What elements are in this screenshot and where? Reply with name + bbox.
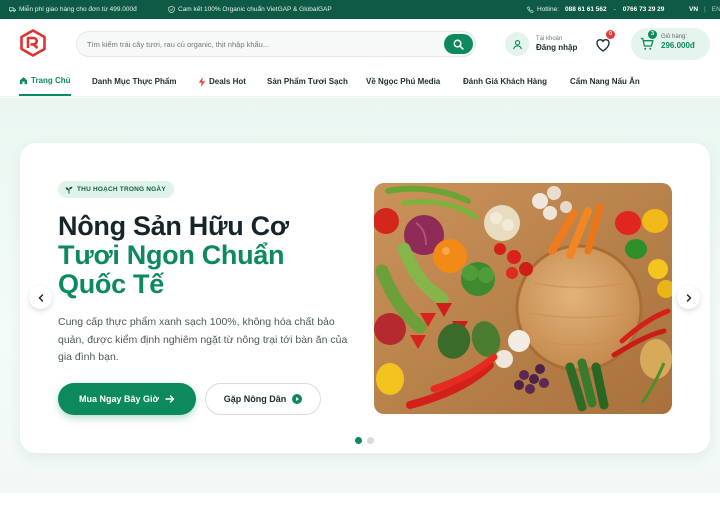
shop-now-button[interactable]: Mua Ngay Bây Giờ bbox=[58, 383, 196, 415]
lang-vn[interactable]: VN bbox=[689, 6, 698, 13]
nav-item-deals[interactable]: Deals Hot bbox=[198, 67, 246, 96]
hero-title-line-3: Quốc Tế bbox=[58, 269, 164, 299]
cart-icon bbox=[640, 37, 654, 50]
cart-total: 296.000đ bbox=[661, 41, 695, 51]
heart-icon bbox=[596, 39, 610, 52]
lang-en[interactable]: EN bbox=[712, 6, 720, 13]
slider-dot-2[interactable] bbox=[367, 437, 374, 444]
hotline: Hotline: 088 61 61 562 - 0766 73 29 29 bbox=[527, 0, 664, 19]
nav-item-reviews[interactable]: Đánh Giá Khách Hàng bbox=[463, 67, 547, 96]
slider-dot-1[interactable] bbox=[355, 437, 362, 444]
slider-prev-button[interactable] bbox=[29, 286, 52, 309]
hero-description: Cung cấp thực phẩm xanh sạch 100%, không… bbox=[58, 316, 348, 363]
cart-button[interactable]: 3 Giỏ hàng: 296.000đ bbox=[631, 28, 710, 60]
organic-notice: Cam kết 100% Organic chuẩn VietGAP & Glo… bbox=[168, 0, 332, 19]
language-switcher: VN | EN bbox=[689, 0, 720, 19]
slider-next-button[interactable] bbox=[677, 286, 700, 309]
shipping-text: Miễn phí giao hàng cho đơn từ 499.000đ bbox=[19, 6, 137, 13]
login-link[interactable]: Đăng nhập bbox=[536, 43, 577, 52]
hotline-separator: - bbox=[613, 6, 616, 13]
site-header: Tài khoản Đăng nhập 0 3 Giỏ hàng: 296.00… bbox=[0, 19, 720, 67]
nav-item-label: Cẩm Nang Nấu Ăn bbox=[570, 77, 640, 86]
shield-check-icon bbox=[168, 6, 175, 13]
search-icon bbox=[453, 39, 464, 50]
nav-item-label: Sản Phẩm Tươi Sạch bbox=[267, 77, 348, 86]
chevron-left-icon bbox=[38, 293, 43, 302]
chevron-right-icon bbox=[686, 293, 691, 302]
hero-title-line-2: Tươi Ngon Chuẩn bbox=[58, 240, 285, 270]
nav-item-label: Về Ngọc Phú Media bbox=[366, 77, 441, 86]
nav-item-home[interactable]: Trang Chủ bbox=[19, 67, 71, 96]
hotline-number-2[interactable]: 0766 73 29 29 bbox=[623, 6, 665, 13]
page-bottom-strip bbox=[0, 493, 720, 516]
lang-divider: | bbox=[704, 6, 706, 13]
search-input[interactable] bbox=[87, 32, 437, 56]
meet-farmers-label: Gặp Nông Dân bbox=[223, 394, 287, 404]
user-icon bbox=[512, 39, 522, 49]
lightning-icon bbox=[198, 76, 206, 87]
logo-icon[interactable] bbox=[19, 29, 47, 57]
sprout-icon bbox=[65, 186, 73, 194]
phone-icon bbox=[527, 6, 534, 13]
play-circle-icon bbox=[292, 394, 303, 404]
organic-text: Cam kết 100% Organic chuẩn VietGAP & Glo… bbox=[178, 6, 332, 13]
nav-item-label: Deals Hot bbox=[209, 77, 246, 86]
shipping-notice: Miễn phí giao hàng cho đơn từ 499.000đ bbox=[9, 0, 137, 19]
search-bar bbox=[76, 31, 476, 57]
nav-item-fresh-products[interactable]: Sản Phẩm Tươi Sạch bbox=[267, 67, 348, 96]
hero-produce-image bbox=[374, 183, 672, 414]
truck-icon bbox=[9, 7, 16, 12]
cart-badge: 3 bbox=[648, 30, 657, 39]
arrow-right-icon bbox=[165, 395, 175, 403]
top-announcement-bar: Miễn phí giao hàng cho đơn từ 499.000đ C… bbox=[0, 0, 720, 19]
main-nav: Trang Chủ Danh Mục Thực Phẩm Deals Hot S… bbox=[0, 67, 720, 97]
nav-item-cooking-guide[interactable]: Cẩm Nang Nấu Ăn bbox=[570, 67, 640, 96]
hero-tag-text: THU HOẠCH TRONG NGÀY bbox=[77, 186, 166, 193]
account-label: Tài khoản bbox=[536, 35, 563, 42]
hotline-label: Hotline: bbox=[537, 6, 560, 13]
nav-item-about[interactable]: Về Ngọc Phú Media bbox=[366, 67, 440, 96]
shop-now-label: Mua Ngay Bây Giờ bbox=[79, 394, 159, 404]
wishlist-badge: 0 bbox=[606, 30, 615, 39]
nav-item-label: Trang Chủ bbox=[31, 76, 71, 85]
hero-title-line-1: Nông Sản Hữu Cơ bbox=[58, 211, 289, 241]
hero-tag: THU HOẠCH TRONG NGÀY bbox=[58, 181, 174, 198]
account-link[interactable]: Tài khoản Đăng nhập bbox=[505, 31, 577, 57]
hotline-number-1[interactable]: 088 61 61 562 bbox=[565, 6, 607, 13]
meet-farmers-button[interactable]: Gặp Nông Dân bbox=[205, 383, 321, 415]
nav-item-categories[interactable]: Danh Mục Thực Phẩm bbox=[92, 67, 176, 96]
wishlist-button[interactable]: 0 bbox=[595, 30, 615, 53]
nav-item-label: Danh Mục Thực Phẩm bbox=[92, 77, 177, 86]
home-icon bbox=[19, 77, 28, 85]
cart-label: Giỏ hàng: bbox=[661, 34, 688, 40]
search-button[interactable] bbox=[444, 34, 473, 54]
nav-item-label: Đánh Giá Khách Hàng bbox=[463, 77, 548, 86]
account-avatar bbox=[505, 32, 529, 56]
